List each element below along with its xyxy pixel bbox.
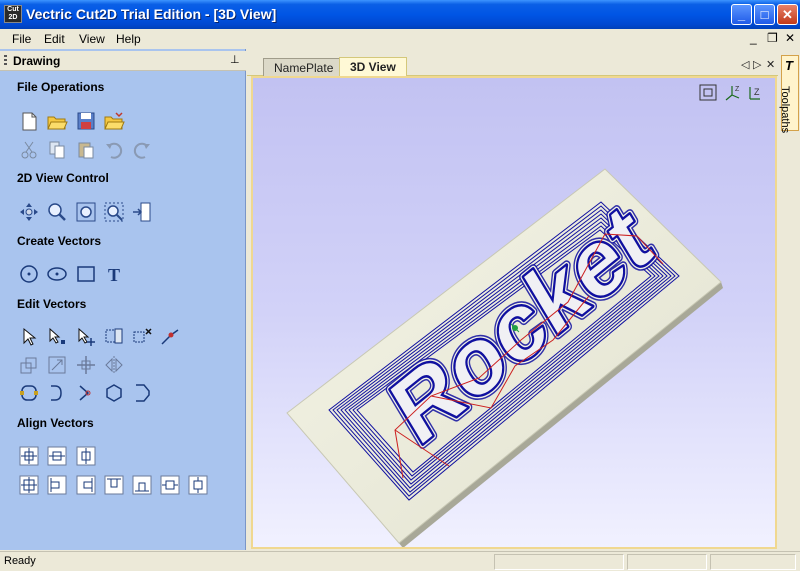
section-2d-view-control: 2D View Control (17, 171, 109, 185)
dogbone-icon[interactable] (75, 382, 97, 404)
draw-circle-icon[interactable] (18, 263, 40, 285)
status-bar: Ready (0, 551, 800, 571)
tab-scroll-right-icon[interactable]: ▷ (753, 58, 761, 71)
center-in-material-horizontal-icon[interactable] (159, 474, 181, 496)
copy-icon[interactable] (46, 139, 68, 161)
section-align-vectors: Align Vectors (17, 416, 94, 430)
import-vectors-icon[interactable] (103, 110, 125, 132)
panel-header: Drawing ⊥ (0, 51, 246, 71)
close-button[interactable]: ✕ (777, 4, 798, 25)
paste-icon[interactable] (75, 139, 97, 161)
toolpaths-icon: T (785, 58, 793, 73)
join-vectors-icon[interactable] (159, 326, 181, 348)
iso-view-icon[interactable]: Z (722, 83, 744, 103)
document-area: NamePlate 3D View ◁ ▷ ✕ Rocket Rocket Ro… (247, 49, 778, 550)
group-icon[interactable] (103, 326, 125, 348)
align-top-icon[interactable] (103, 474, 125, 496)
status-text: Ready (4, 555, 36, 567)
3d-viewport[interactable]: Rocket Rocket Rocket Rocket Z Z (251, 76, 777, 549)
undo-icon[interactable] (103, 139, 125, 161)
section-file-operations: File Operations (17, 80, 105, 94)
scale-icon[interactable] (46, 354, 68, 376)
mdi-minimize-button[interactable]: _ (750, 31, 757, 45)
zoom-extents-icon[interactable] (75, 201, 97, 223)
top-view-icon[interactable]: Z (746, 83, 768, 103)
redo-icon[interactable] (131, 139, 153, 161)
align-centers-icon[interactable] (18, 474, 40, 496)
menu-view[interactable]: View (79, 32, 105, 46)
fillet-icon[interactable] (46, 382, 68, 404)
toolpaths-strip: T Toolpaths (778, 49, 800, 550)
minimize-button[interactable]: _ (731, 4, 752, 25)
align-horizontal-center-icon[interactable] (46, 445, 68, 467)
ungroup-icon[interactable] (131, 326, 153, 348)
align-bottom-icon[interactable] (131, 474, 153, 496)
zoom-fit-icon[interactable] (698, 83, 720, 103)
status-pane (710, 554, 796, 570)
window-title: Vectric Cut2D Trial Edition - [3D View] (26, 6, 277, 22)
open-file-icon[interactable] (46, 110, 68, 132)
grip-icon[interactable] (4, 55, 7, 67)
drawing-panel: Drawing ⊥ File Operations 2D View Contro… (0, 49, 246, 550)
toolpaths-label: Toolpaths (779, 86, 791, 134)
zoom-icon[interactable] (46, 201, 68, 223)
section-edit-vectors: Edit Vectors (17, 297, 87, 311)
draw-rectangle-icon[interactable] (75, 263, 97, 285)
pan-icon[interactable] (18, 201, 40, 223)
menu-bar: File Edit View Help _ ❐ ✕ (0, 29, 800, 49)
draw-text-icon[interactable]: T (103, 263, 125, 285)
section-create-vectors: Create Vectors (17, 234, 102, 248)
app-icon: Cut 2D (4, 5, 22, 23)
tab-3d-view[interactable]: 3D View (339, 57, 407, 77)
weld-icon[interactable] (103, 382, 125, 404)
move-icon[interactable] (75, 354, 97, 376)
align-right-icon[interactable] (75, 474, 97, 496)
svg-text:Z: Z (754, 87, 760, 97)
panel-title: Drawing (13, 54, 61, 68)
3d-scene: Rocket Rocket Rocket Rocket (286, 168, 723, 547)
transform-icon[interactable] (75, 326, 97, 348)
pin-icon[interactable]: ⊥ (230, 53, 240, 66)
mirror-icon[interactable] (103, 354, 125, 376)
align-center-icon[interactable] (18, 445, 40, 467)
text-tool-glyph: T (108, 265, 120, 285)
title-bar: Cut 2D Vectric Cut2D Trial Edition - [3D… (0, 0, 800, 29)
cut-icon[interactable] (18, 139, 40, 161)
align-vertical-center-icon[interactable] (75, 445, 97, 467)
smooth-icon[interactable] (18, 382, 40, 404)
trim-icon[interactable] (131, 382, 153, 404)
tab-scroll-left-icon[interactable]: ◁ (741, 58, 749, 71)
zoom-box-icon[interactable] (103, 201, 125, 223)
menu-edit[interactable]: Edit (44, 32, 65, 46)
tab-strip: NamePlate 3D View ◁ ▷ ✕ (247, 54, 778, 77)
status-pane (494, 554, 624, 570)
select-icon[interactable] (18, 326, 40, 348)
tab-close-icon[interactable]: ✕ (766, 58, 775, 71)
node-edit-icon[interactable] (46, 326, 68, 348)
toolpaths-tab[interactable]: T Toolpaths (779, 55, 799, 134)
mdi-close-button[interactable]: ✕ (785, 31, 795, 45)
offset-icon[interactable] (18, 354, 40, 376)
align-left-icon[interactable] (46, 474, 68, 496)
center-in-material-vertical-icon[interactable] (187, 474, 209, 496)
new-file-icon[interactable] (18, 110, 40, 132)
draw-ellipse-icon[interactable] (46, 263, 68, 285)
tab-nameplate[interactable]: NamePlate (263, 58, 345, 77)
menu-help[interactable]: Help (116, 32, 141, 46)
maximize-button[interactable]: □ (754, 4, 775, 25)
job-setup-icon[interactable] (131, 201, 153, 223)
mdi-restore-button[interactable]: ❐ (767, 31, 778, 45)
save-icon[interactable] (75, 110, 97, 132)
svg-text:Z: Z (735, 86, 740, 93)
status-pane (627, 554, 707, 570)
menu-file[interactable]: File (12, 32, 31, 46)
